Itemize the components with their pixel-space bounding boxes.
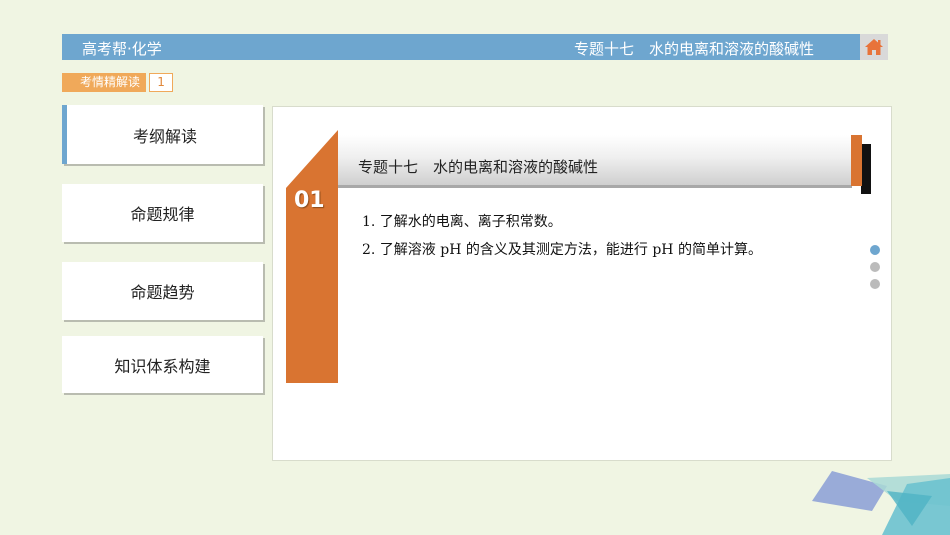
nav-item-label: 命题趋势 <box>130 283 195 302</box>
pager-dot-2[interactable] <box>870 262 880 272</box>
nav-item-syllabus[interactable]: 考纲解读 <box>62 105 263 164</box>
header-accent-orange <box>851 135 862 186</box>
section-label: 考情精解读 <box>62 73 147 92</box>
header-accent-dark <box>861 144 871 194</box>
nav-item-patterns[interactable]: 命题规律 <box>62 184 263 242</box>
nav-item-label: 知识体系构建 <box>114 356 211 376</box>
top-bar: 高考帮·化学 专题十七 水的电离和溶液的酸碱性 <box>62 34 860 60</box>
content-line: 2. 了解溶液 pH 的含义及其测定方法，能进行 pH 的简单计算。 <box>362 242 762 258</box>
content-header: 专题十七 水的电离和溶液的酸碱性 <box>338 135 852 188</box>
home-button[interactable] <box>860 34 888 60</box>
nav-item-knowledge-system[interactable]: 知识体系构建 <box>62 336 263 393</box>
pager-dot-3[interactable] <box>870 279 880 289</box>
section-tag: 考情精解读 1 <box>62 73 174 92</box>
section-number: 01 <box>294 188 325 213</box>
number-block <box>286 130 338 383</box>
content-list: 1. 了解水的电离、离子积常数。 2. 了解溶液 pH 的含义及其测定方法，能进… <box>362 211 762 267</box>
nav-item-label: 考纲解读 <box>132 126 197 146</box>
nav-item-label: 命题规律 <box>130 205 195 224</box>
page-number: 1 <box>149 73 174 92</box>
decorative-shapes <box>812 471 950 535</box>
content-title: 专题十七 水的电离和溶液的酸碱性 <box>358 158 599 176</box>
home-icon <box>865 39 883 55</box>
topic-title: 专题十七 水的电离和溶液的酸碱性 <box>573 40 814 58</box>
app-title: 高考帮·化学 <box>82 40 162 58</box>
content-line: 1. 了解水的电离、离子积常数。 <box>362 214 562 230</box>
pager-dot-1[interactable] <box>870 245 880 255</box>
nav-item-trends[interactable]: 命题趋势 <box>62 262 263 320</box>
